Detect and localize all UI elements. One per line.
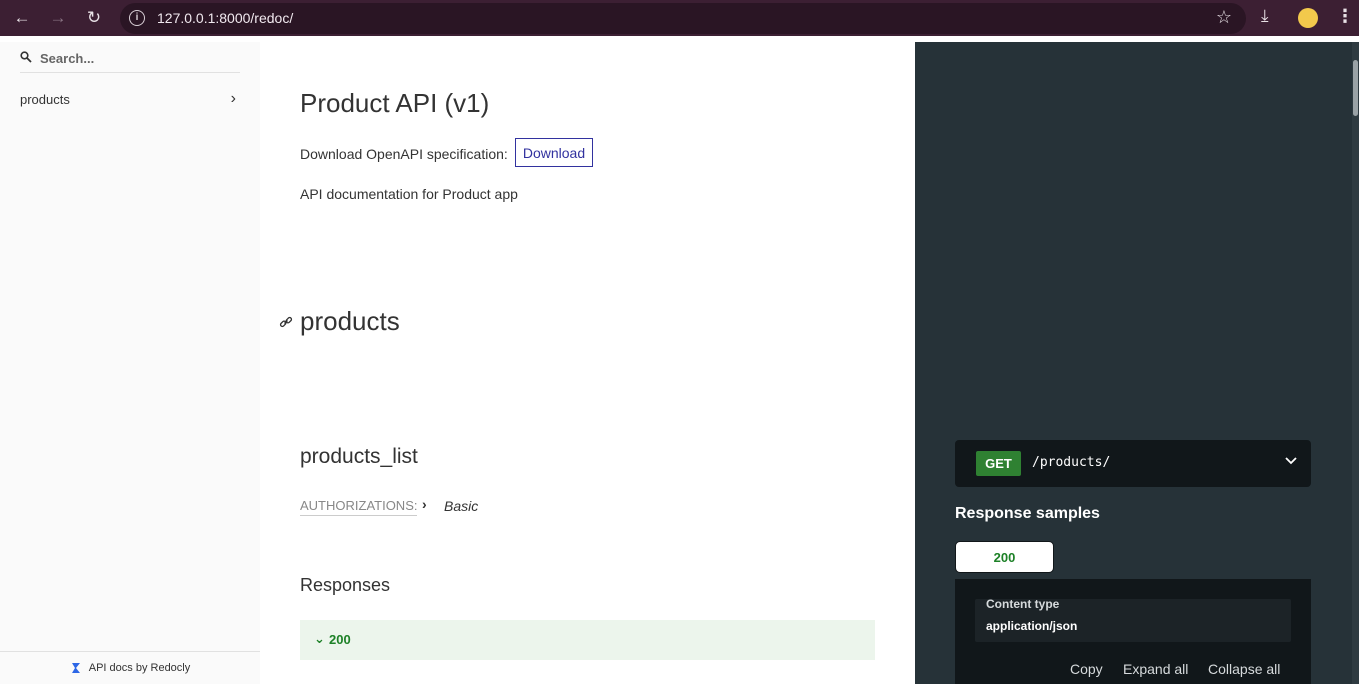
menu-kebab-icon[interactable]: ⋮	[1336, 6, 1354, 27]
url-text[interactable]: 127.0.0.1:8000/redoc/	[157, 10, 293, 26]
bookmark-star-icon[interactable]: ☆	[1216, 7, 1232, 28]
download-button[interactable]: Download	[515, 138, 593, 167]
chevron-down-icon: ⌄	[314, 631, 325, 646]
tab-200[interactable]: 200	[955, 541, 1054, 573]
authorizations-toggle[interactable]: AUTHORIZATIONS:	[300, 498, 418, 516]
endpoint-toggle[interactable]: GET /products/	[955, 440, 1311, 487]
chevron-right-icon: ›	[230, 90, 236, 107]
main-content: Product API (v1) Download OpenAPI specif…	[260, 42, 915, 684]
scrollbar[interactable]	[1352, 42, 1359, 684]
sidebar: Search... products › API docs by Redocly	[0, 42, 260, 684]
site-info-icon[interactable]: i	[129, 10, 145, 26]
content-type-label: Content type	[986, 597, 1060, 611]
http-method-badge: GET	[976, 451, 1021, 476]
content-type-value: application/json	[986, 619, 1078, 633]
api-description: API documentation for Product app	[300, 186, 518, 202]
search-input[interactable]: Search...	[40, 51, 94, 66]
download-icon[interactable]: ⤓	[1261, 6, 1269, 26]
operation-title: products_list	[300, 445, 418, 468]
footer-text: API docs by Redocly	[88, 662, 191, 674]
page-title: Product API (v1)	[300, 88, 490, 118]
content-type-select[interactable]: Content type application/json	[975, 597, 1291, 642]
sample-body: Content type application/json Copy Expan…	[955, 579, 1311, 684]
reload-icon[interactable]: ↻	[82, 6, 106, 30]
scrollbar-thumb[interactable]	[1353, 60, 1358, 116]
download-spec-label: Download OpenAPI specification:	[300, 146, 508, 162]
section-title: products	[300, 306, 400, 336]
search-box[interactable]: Search...	[20, 50, 240, 73]
forward-arrow-icon[interactable]: →	[46, 6, 70, 30]
link-icon[interactable]	[279, 315, 293, 333]
expand-all-button[interactable]: Expand all	[1123, 661, 1188, 677]
response-samples-heading: Response samples	[955, 505, 1100, 522]
responses-heading: Responses	[300, 575, 391, 595]
search-icon	[20, 51, 32, 66]
profile-avatar[interactable]	[1298, 8, 1318, 28]
copy-button[interactable]: Copy	[1070, 661, 1103, 677]
chevron-right-icon[interactable]: ›	[422, 496, 427, 512]
address-bar[interactable]: i 127.0.0.1:8000/redoc/ ☆	[120, 3, 1246, 34]
back-arrow-icon[interactable]: ←	[10, 6, 34, 30]
collapse-all-button[interactable]: Collapse all	[1208, 661, 1280, 677]
samples-panel: GET /products/ Response samples 200 Cont…	[915, 42, 1359, 684]
sidebar-item-label: products	[20, 92, 70, 107]
redocly-footer-link[interactable]: API docs by Redocly	[0, 651, 260, 684]
response-code: 200	[329, 632, 351, 647]
redocly-logo-icon	[71, 663, 80, 673]
chevron-down-icon	[1285, 453, 1297, 468]
response-200-toggle[interactable]: ⌄ 200	[300, 620, 875, 660]
browser-toolbar: ← → ↻ i 127.0.0.1:8000/redoc/ ☆ ⤓ ⋮	[0, 0, 1359, 36]
endpoint-path: /products/	[1032, 455, 1111, 470]
sidebar-item-products[interactable]: products ›	[20, 90, 240, 112]
auth-scheme: Basic	[444, 498, 479, 514]
